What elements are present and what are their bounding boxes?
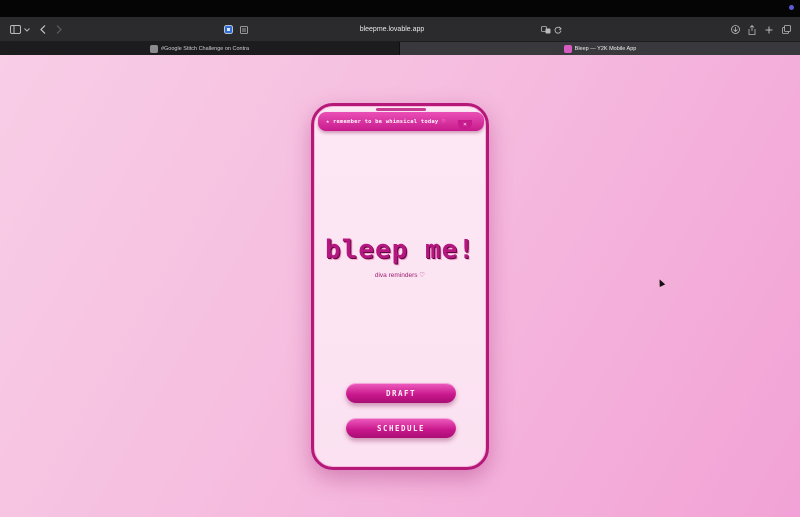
tab-title: #Google Stitch Challenge on Contra — [160, 45, 250, 52]
tab-favicon — [563, 44, 572, 53]
tab-bleep[interactable]: Bleep — Y2K Mobile App — [400, 42, 800, 55]
share-icon[interactable] — [746, 17, 758, 42]
new-tab-icon[interactable] — [763, 17, 775, 42]
mouse-cursor-icon — [656, 278, 666, 287]
forward-icon[interactable] — [53, 17, 65, 42]
app-subtitle: diva reminders ♡ — [374, 272, 426, 279]
download-icon[interactable] — [729, 17, 741, 42]
chevron-down-icon[interactable] — [22, 17, 32, 42]
back-icon[interactable] — [37, 17, 49, 42]
phone-notch — [376, 108, 426, 111]
schedule-button[interactable]: SCHEDULE — [346, 418, 456, 438]
sidebar-toggle-icon[interactable] — [8, 17, 22, 42]
phone-mockup: ★ remember to be whimsical today ♡ ✕ ble… — [311, 103, 489, 470]
browser-toolbar: bleepme.lovable.app — [0, 17, 800, 42]
address-bar[interactable]: bleepme.lovable.app — [222, 21, 562, 38]
tab-overview-icon[interactable] — [780, 17, 792, 42]
banner-text: ★ remember to be whimsical today ♡ — [326, 118, 446, 125]
app-title: bleep me! — [325, 235, 475, 265]
menu-bar — [0, 0, 800, 17]
tab-title: Bleep — Y2K Mobile App — [574, 45, 637, 52]
page-content: ★ remember to be whimsical today ♡ ✕ ble… — [0, 55, 800, 517]
tab-bar: #Google Stitch Challenge on Contra Bleep… — [0, 42, 800, 55]
tab-favicon — [149, 44, 158, 53]
translate-icon[interactable] — [540, 17, 552, 42]
status-dot-icon — [789, 5, 794, 10]
url-text: bleepme.lovable.app — [359, 26, 425, 33]
reload-icon[interactable] — [552, 17, 564, 42]
tab-google-stitch[interactable]: #Google Stitch Challenge on Contra — [0, 42, 400, 55]
draft-button[interactable]: DRAFT — [346, 383, 456, 403]
